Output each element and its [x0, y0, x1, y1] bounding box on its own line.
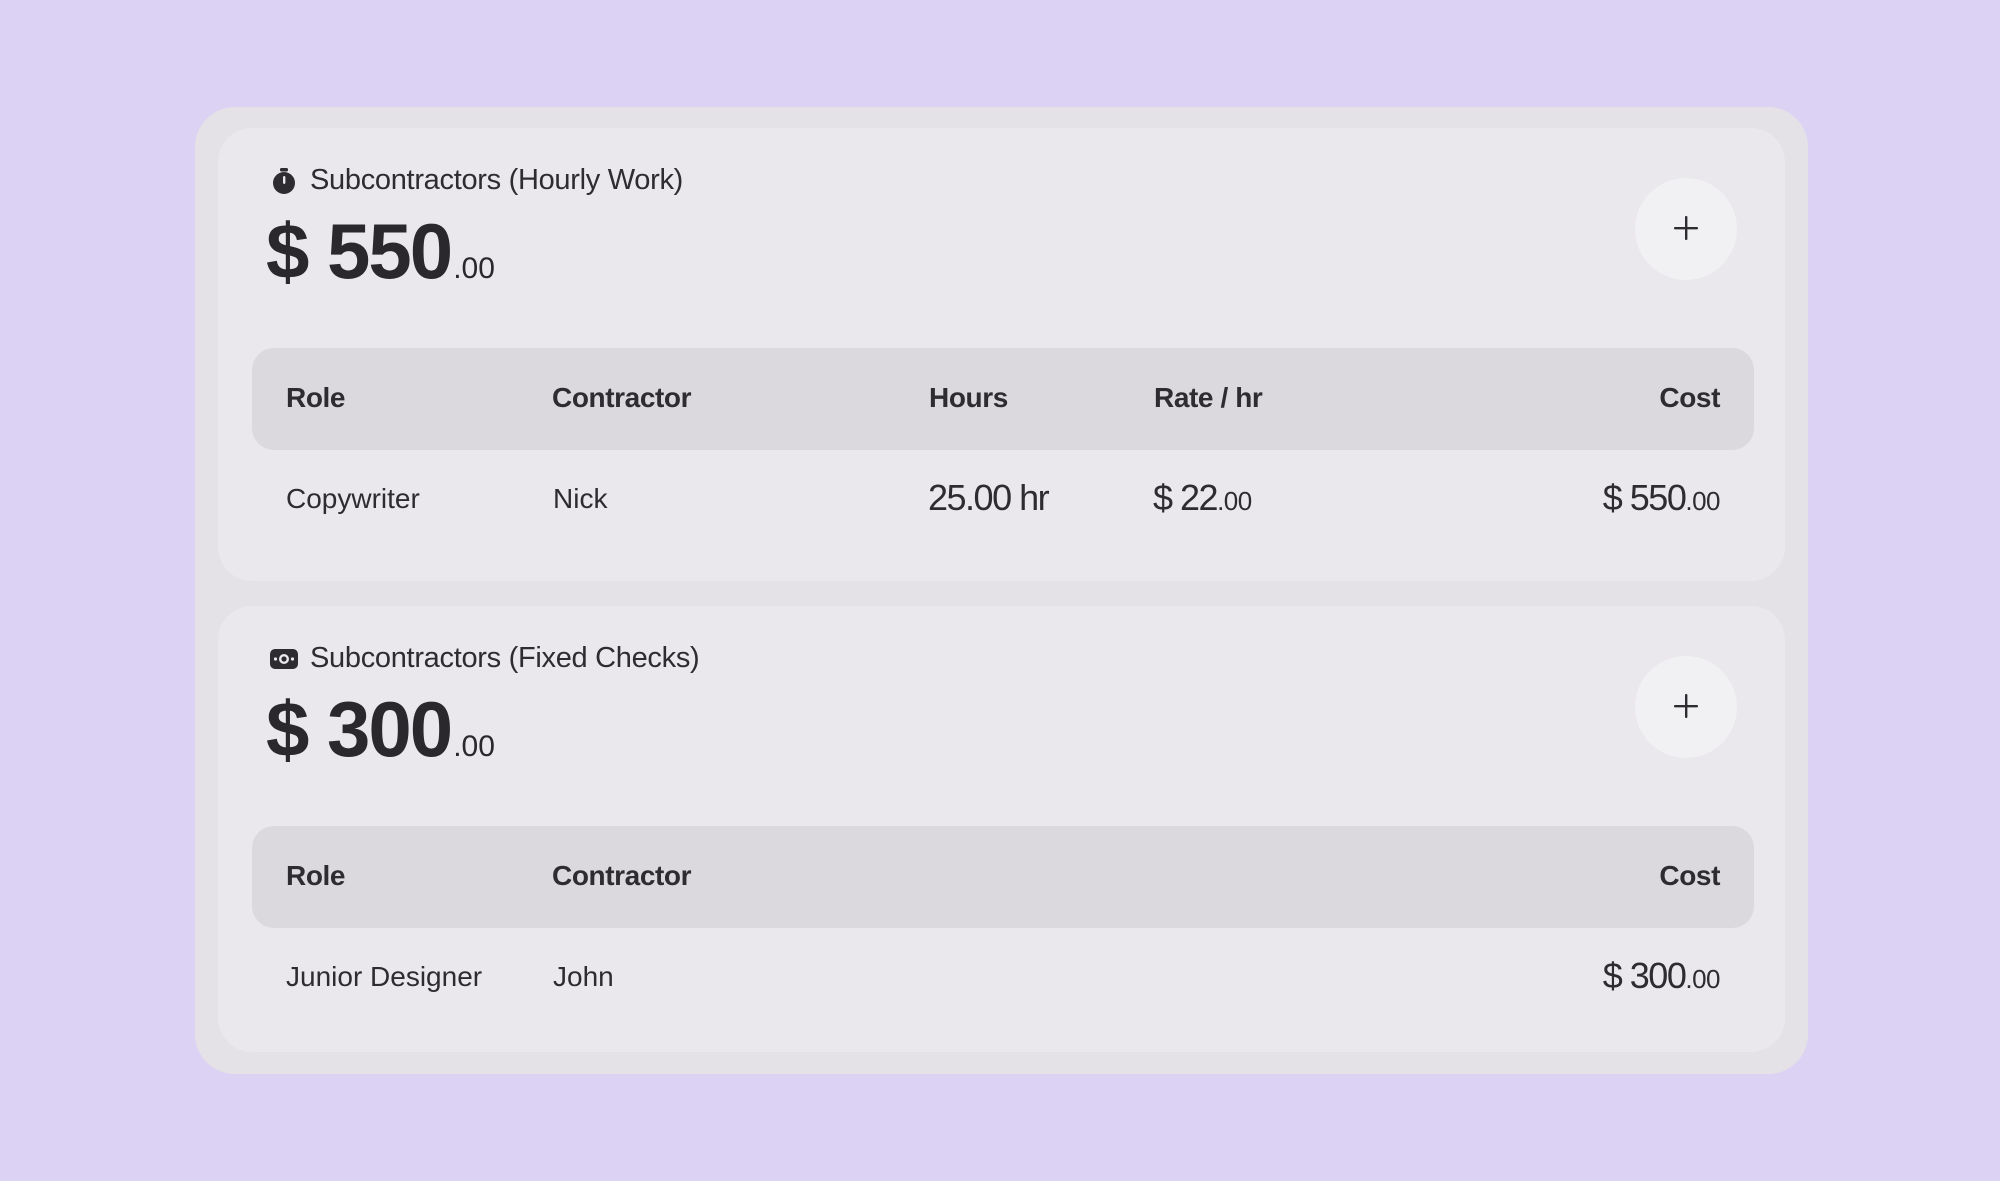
add-hourly-button[interactable]: [1635, 178, 1737, 280]
hourly-section-title: Subcontractors (Hourly Work): [270, 164, 683, 197]
fixed-total-cents: .00: [453, 730, 495, 763]
column-header-cost[interactable]: Cost: [1659, 860, 1720, 892]
column-header-role[interactable]: Role: [286, 860, 345, 892]
fixed-total-main: $ 300: [266, 685, 453, 773]
row-cost-cents: .00: [1685, 486, 1720, 516]
hourly-table-header: Role Contractor Hours Rate / hr Cost: [252, 348, 1754, 450]
fixed-table-header: Role Contractor Cost: [252, 826, 1754, 928]
hourly-total-main: $ 550: [266, 207, 453, 295]
row-rate: $ 22.00: [1153, 477, 1252, 519]
row-rate-cents: .00: [1217, 486, 1252, 516]
column-header-role[interactable]: Role: [286, 382, 345, 414]
fixed-section-title-text: Subcontractors (Fixed Checks): [310, 642, 700, 674]
row-cost: $ 550.00: [1602, 477, 1721, 519]
fixed-total-amount: $ 300 .00: [266, 684, 495, 775]
fixed-checks-section: Subcontractors (Fixed Checks) $ 300 .00 …: [218, 606, 1785, 1052]
row-rate-main: $ 22: [1153, 477, 1219, 518]
plus-icon: [1672, 692, 1700, 723]
row-cost-main: $ 300: [1602, 955, 1687, 996]
plus-icon: [1672, 214, 1700, 245]
column-header-rate[interactable]: Rate / hr: [1154, 382, 1263, 414]
hourly-section-title-text: Subcontractors (Hourly Work): [310, 164, 684, 196]
row-cost-main: $ 550: [1602, 477, 1687, 518]
row-contractor: John: [553, 961, 614, 992]
column-header-cost[interactable]: Cost: [1659, 382, 1720, 414]
column-header-hours[interactable]: Hours: [929, 382, 1008, 414]
row-role: Copywriter: [286, 483, 420, 514]
stopwatch-icon: [270, 167, 298, 195]
column-header-contractor[interactable]: Contractor: [552, 860, 692, 892]
hourly-total-cents: .00: [453, 252, 495, 285]
row-cost: $ 300.00: [1602, 955, 1721, 997]
hourly-total-amount: $ 550 .00: [266, 206, 495, 297]
fixed-section-title: Subcontractors (Fixed Checks): [270, 642, 700, 675]
row-contractor: Nick: [553, 483, 608, 514]
add-fixed-button[interactable]: [1635, 656, 1737, 758]
banknote-icon: [270, 645, 298, 673]
column-header-contractor[interactable]: Contractor: [552, 382, 692, 414]
table-row[interactable]: Copywriter Nick 25.00 hr $ 22.00 $ 550.0…: [252, 450, 1754, 550]
row-hours: 25.00 hr: [928, 477, 1050, 518]
row-cost-cents: .00: [1685, 964, 1720, 994]
subcontractors-card: Subcontractors (Hourly Work) $ 550 .00 R…: [195, 107, 1808, 1074]
hourly-work-section: Subcontractors (Hourly Work) $ 550 .00 R…: [218, 128, 1785, 581]
table-row[interactable]: Junior Designer John $ 300.00: [252, 928, 1754, 1028]
row-role: Junior Designer: [286, 961, 483, 992]
